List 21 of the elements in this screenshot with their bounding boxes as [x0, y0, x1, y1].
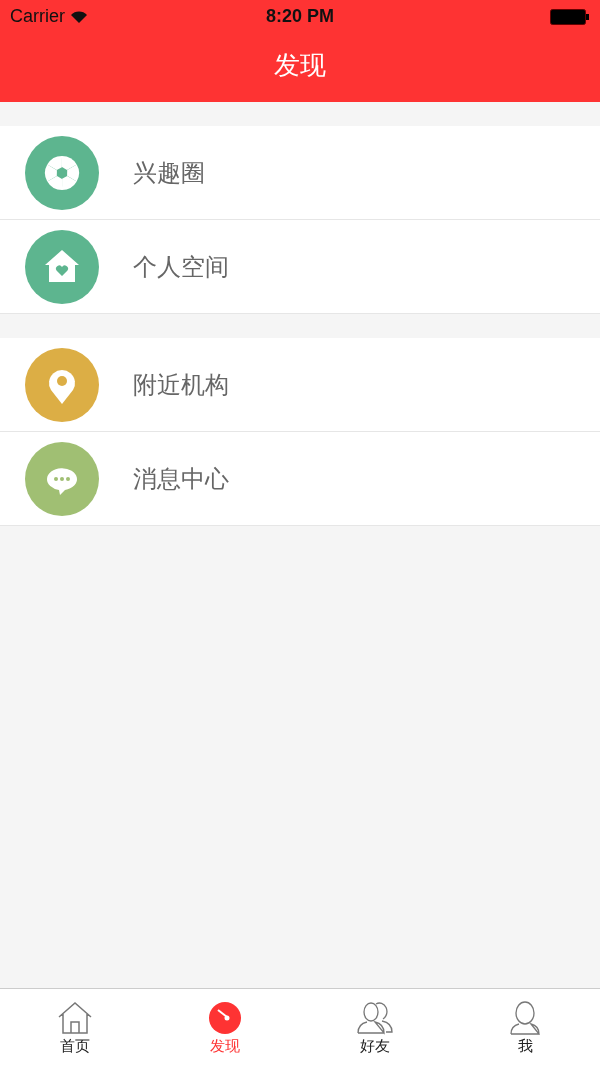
home-icon [57, 1000, 93, 1035]
menu-label: 个人空间 [133, 251, 229, 283]
carrier-name: Carrier [10, 6, 65, 27]
tab-item[interactable]: 发现 [150, 989, 300, 1067]
menu-label: 消息中心 [133, 463, 229, 495]
menu-item[interactable]: 兴趣圈 [0, 126, 600, 220]
person-icon [508, 1000, 542, 1035]
wifi-icon [71, 10, 87, 23]
menu-label: 兴趣圈 [133, 157, 205, 189]
menu-label: 附近机构 [133, 369, 229, 401]
gauge-icon [208, 1000, 242, 1035]
page-title: 发现 [274, 49, 326, 82]
menu-item[interactable]: 附近机构 [0, 338, 600, 432]
battery-icon [550, 8, 590, 25]
tab-item[interactable]: 首页 [0, 989, 150, 1067]
friends-icon [356, 1000, 394, 1035]
menu-item[interactable]: 个人空间 [0, 220, 600, 314]
clock-time: 8:20 PM [266, 6, 334, 27]
tab-item[interactable]: 我 [450, 989, 600, 1067]
tab-item[interactable]: 好友 [300, 989, 450, 1067]
menu-item[interactable]: 消息中心 [0, 432, 600, 526]
